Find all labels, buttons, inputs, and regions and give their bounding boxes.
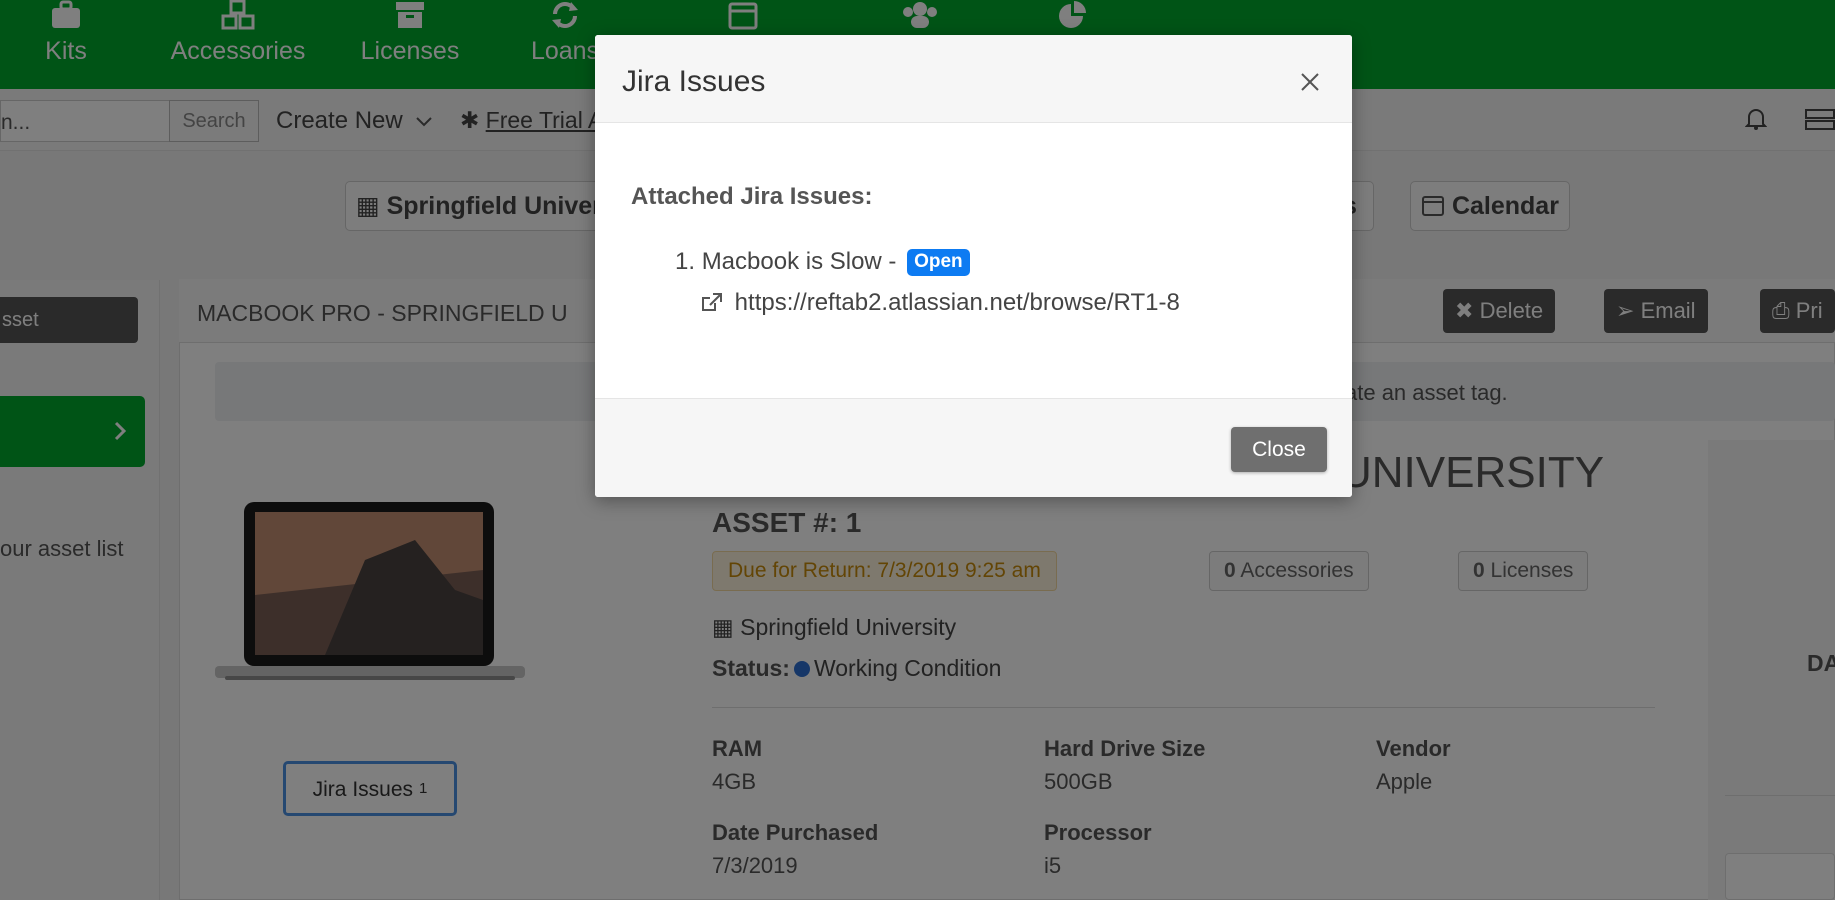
issue-url: https://reftab2.atlassian.net/browse/RT1… [734, 289, 1180, 316]
external-link-icon [702, 293, 722, 311]
list-item: 1. Macbook is Slow - Open [675, 248, 970, 276]
modal-body: Attached Jira Issues: 1. Macbook is Slow… [595, 123, 1352, 398]
jira-issues-modal: Jira Issues Attached Jira Issues: 1. Mac… [595, 35, 1352, 497]
attached-issues-heading: Attached Jira Issues: [631, 183, 873, 210]
modal-title: Jira Issues [622, 65, 766, 98]
issue-link[interactable]: https://reftab2.atlassian.net/browse/RT1… [700, 289, 1180, 317]
issue-number: 1. [675, 248, 696, 275]
status-badge: Open [907, 249, 970, 276]
modal-header: Jira Issues [595, 35, 1352, 123]
close-button[interactable]: Close [1231, 427, 1327, 472]
issue-title: Macbook is Slow - [701, 248, 897, 275]
close-icon[interactable] [1299, 71, 1321, 98]
modal-footer: Close [595, 398, 1352, 497]
